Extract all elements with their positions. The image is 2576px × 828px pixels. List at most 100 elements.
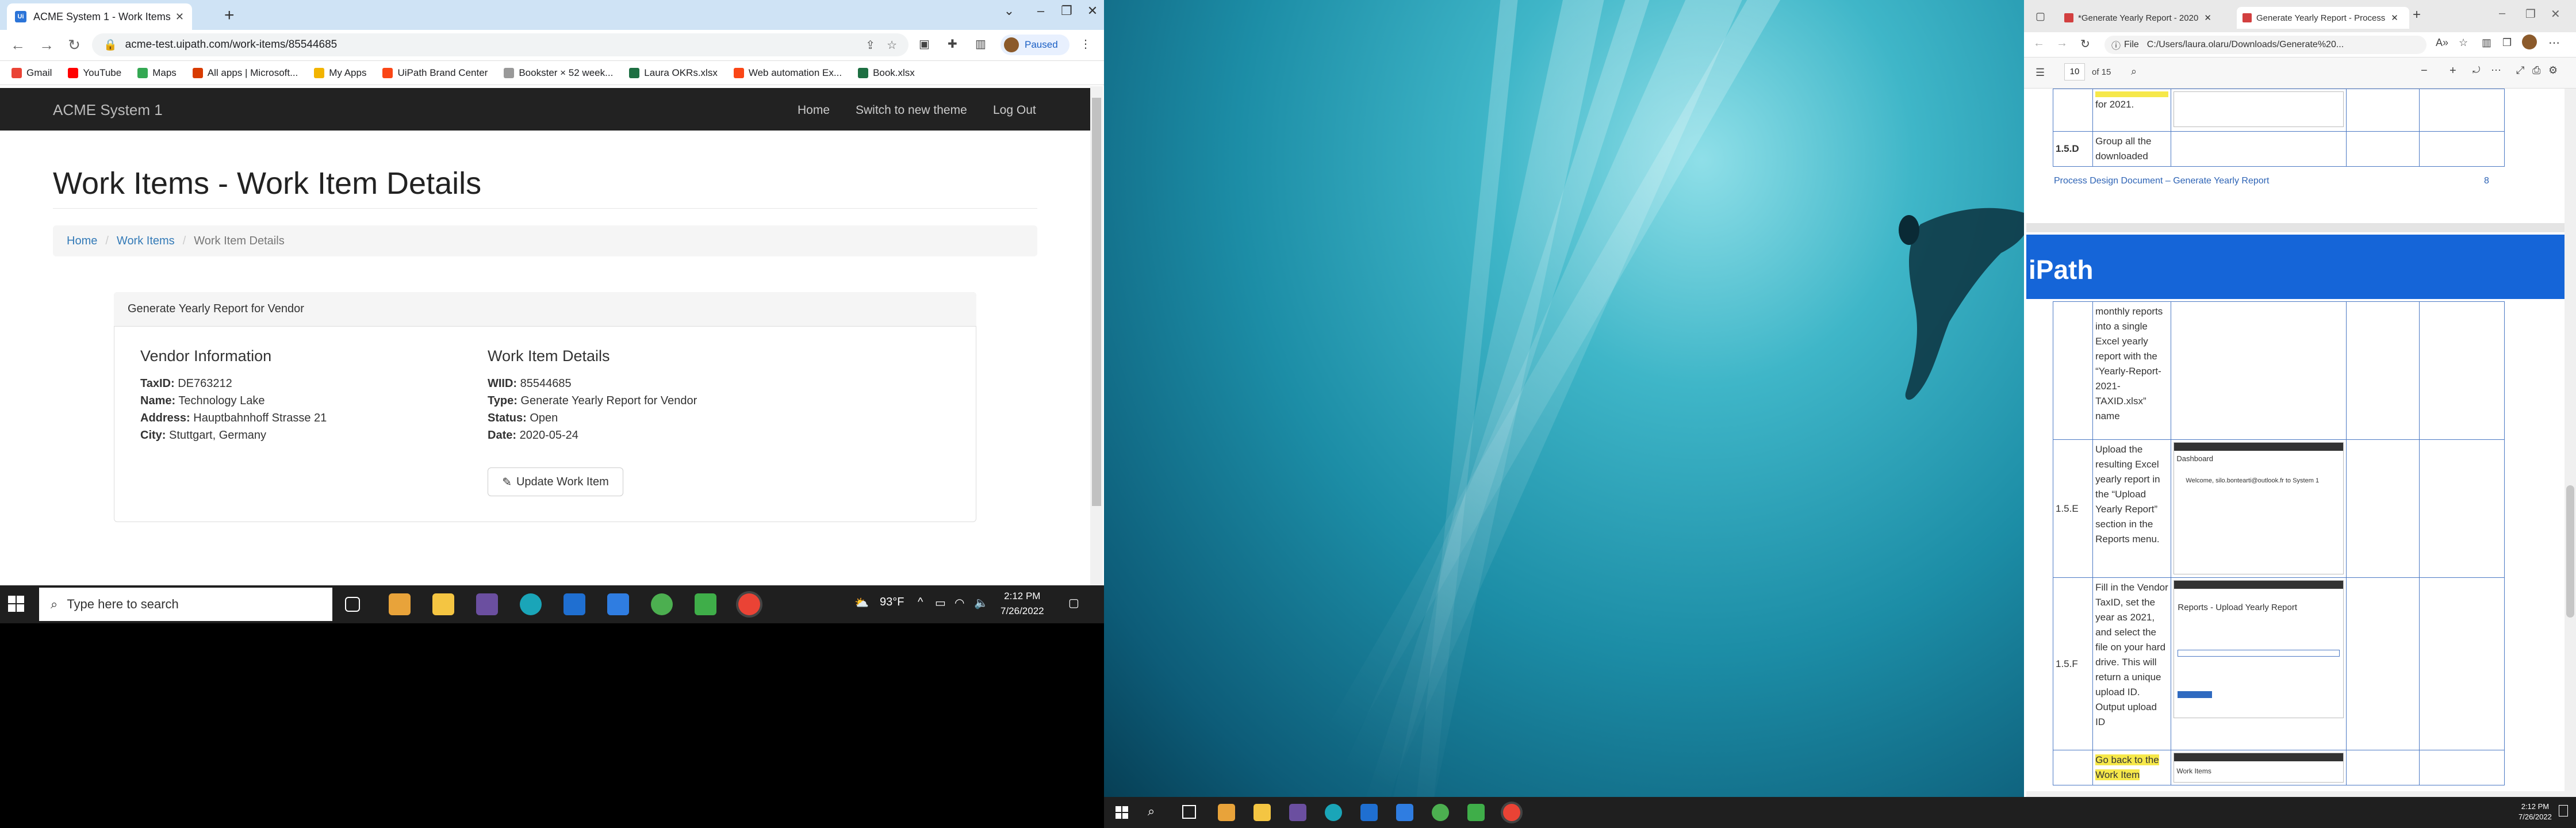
pdf-search-icon[interactable]: ⌕ xyxy=(2131,66,2137,78)
task-view-icon-2[interactable] xyxy=(1182,805,1196,819)
close-window-icon[interactable]: ✕ xyxy=(1081,3,1104,18)
tab-close-icon[interactable]: ✕ xyxy=(2391,13,2398,23)
volume-icon[interactable]: 🔈 xyxy=(974,596,988,610)
nav-home[interactable]: Home xyxy=(798,103,830,117)
contents-icon[interactable]: ☰ xyxy=(2035,67,2045,79)
tray-chevron-icon[interactable]: ^ xyxy=(918,596,923,609)
favorite-star-icon[interactable]: ☆ xyxy=(2459,37,2468,49)
tab-close-icon[interactable]: ✕ xyxy=(2204,13,2211,23)
bookmark-star-icon[interactable]: ☆ xyxy=(887,38,897,52)
bookmark-maps[interactable]: Maps xyxy=(137,67,177,79)
pdf-settings-icon[interactable]: ⚙ xyxy=(2548,64,2558,76)
chrome-tab-active[interactable]: Ui ACME System 1 - Work Items ✕ xyxy=(7,3,192,30)
address-bar[interactable]: 🔒 acme-test.uipath.com/work-items/855446… xyxy=(92,33,908,56)
edge-icon-2[interactable] xyxy=(1325,804,1342,821)
bookmark-bookster[interactable]: Bookster × 52 week... xyxy=(504,67,613,79)
share-icon[interactable]: ⇪ xyxy=(865,38,875,52)
tab-close-icon[interactable]: ✕ xyxy=(175,11,184,23)
restore-icon[interactable]: ❐ xyxy=(1055,3,1078,18)
battery-icon[interactable]: ▭ xyxy=(935,596,946,610)
collections-icon[interactable]: ❒ xyxy=(2502,37,2512,49)
weather-temp[interactable]: 93°F xyxy=(880,596,904,609)
app-green-square-icon-2[interactable] xyxy=(1467,804,1485,821)
taskbar-clock[interactable]: 2:12 PM 7/26/2022 xyxy=(1000,589,1044,619)
windows-start-icon-2[interactable] xyxy=(1116,806,1128,819)
app-green-square-icon[interactable] xyxy=(695,593,716,615)
extensions-puzzle-icon[interactable]: ✚ xyxy=(948,37,957,51)
zoom-in-icon[interactable]: + xyxy=(2450,64,2456,78)
zoom-out-icon[interactable]: − xyxy=(2421,64,2428,78)
wifi-icon[interactable]: ◠ xyxy=(954,596,964,610)
file-explorer-icon-2[interactable] xyxy=(1254,804,1271,821)
update-work-item-button[interactable]: ✎ Update Work Item xyxy=(488,467,623,496)
edge-restore-icon[interactable]: ❐ xyxy=(2525,7,2536,21)
weather-icon[interactable]: ⛅ xyxy=(854,596,869,610)
windows-start-icon[interactable] xyxy=(8,596,24,612)
edge-minimize-icon[interactable]: – xyxy=(2499,7,2505,20)
store-icon[interactable] xyxy=(389,593,411,615)
pdf-horizontal-scrollbar[interactable] xyxy=(2026,791,2564,797)
task-view-icon[interactable] xyxy=(345,597,360,612)
edge-close-icon[interactable]: ✕ xyxy=(2551,7,2560,21)
bookmark-youtube[interactable]: YouTube xyxy=(68,67,121,79)
rotate-icon[interactable]: ⤾ xyxy=(2472,66,2480,76)
edge-menu-icon[interactable]: ⋯ xyxy=(2548,36,2560,50)
bookmark-uipath-brand[interactable]: UiPath Brand Center xyxy=(382,67,488,79)
app-purple-icon-2[interactable] xyxy=(1289,804,1306,821)
app-brand[interactable]: ACME System 1 xyxy=(53,101,163,119)
nav-switch-theme[interactable]: Switch to new theme xyxy=(856,103,967,117)
notifications-icon-right[interactable] xyxy=(2559,805,2568,816)
edge-forward-icon[interactable]: → xyxy=(2056,37,2068,50)
fit-page-icon[interactable]: ⤢ xyxy=(2516,64,2524,76)
edge-address-bar[interactable]: ⓘ File C:/Users/laura.olaru/Downloads/Gene… xyxy=(2104,36,2426,54)
page-number-input[interactable]: 10 xyxy=(2064,63,2085,80)
edge-new-tab-icon[interactable]: + xyxy=(2413,7,2421,23)
pdf-more-icon[interactable]: ⋯ xyxy=(2491,64,2501,76)
app-blue-icon-2[interactable] xyxy=(1396,804,1413,821)
minimize-icon[interactable]: – xyxy=(1029,3,1052,18)
store-icon-2[interactable] xyxy=(1218,804,1235,821)
chrome-menu-icon[interactable]: ⋮ xyxy=(1080,37,1091,51)
nav-logout[interactable]: Log Out xyxy=(993,103,1036,117)
split-screen-icon[interactable]: ▥ xyxy=(2482,37,2491,49)
app-purple-icon[interactable] xyxy=(476,593,498,615)
edge-back-icon[interactable]: ← xyxy=(2033,37,2045,50)
taskbar-search-box[interactable]: ⌕ Type here to search xyxy=(39,588,332,621)
new-tab-icon[interactable]: + xyxy=(224,6,235,25)
chrome-tab-search-icon[interactable]: ⌄ xyxy=(998,3,1021,18)
file-explorer-icon[interactable] xyxy=(432,593,454,615)
bookmark-web-automation[interactable]: Web automation Ex... xyxy=(733,67,842,79)
pdf-save-icon[interactable]: ⎙ xyxy=(2532,64,2540,76)
pdf-footer-link[interactable]: Process Design Document – Generate Yearl… xyxy=(2054,176,2269,186)
notifications-icon[interactable]: ▢ xyxy=(1068,596,1079,610)
back-icon[interactable]: ← xyxy=(8,36,28,54)
edge-avatar[interactable] xyxy=(2522,34,2537,49)
reload-icon[interactable]: ↻ xyxy=(64,36,84,54)
extension-uipath-icon[interactable]: ▣ xyxy=(919,37,930,51)
bookmark-gmail[interactable]: Gmail xyxy=(12,67,52,79)
chrome-taskbar-icon[interactable] xyxy=(738,593,760,615)
forward-icon[interactable]: → xyxy=(37,36,56,54)
app-green-icon[interactable] xyxy=(651,593,673,615)
edge-tab-1[interactable]: *Generate Yearly Report - 2020 ✕ xyxy=(2058,7,2237,29)
outlook-icon[interactable] xyxy=(564,593,585,615)
breadcrumb-home[interactable]: Home xyxy=(67,235,97,248)
outlook-icon-2[interactable] xyxy=(1360,804,1378,821)
page-scrollbar-thumb[interactable] xyxy=(1092,98,1101,506)
app-green-icon-2[interactable] xyxy=(1432,804,1449,821)
search-icon-2[interactable]: ⌕ xyxy=(1148,804,1155,819)
sidepanel-icon[interactable]: ▥ xyxy=(975,37,986,51)
bookmark-laura-okrs[interactable]: Laura OKRs.xlsx xyxy=(629,67,718,79)
app-blue-icon[interactable] xyxy=(607,593,629,615)
edge-reload-icon[interactable]: ↻ xyxy=(2080,37,2090,51)
bookmark-book-xlsx[interactable]: Book.xlsx xyxy=(858,67,915,79)
bookmark-all-apps[interactable]: All apps | Microsoft... xyxy=(192,67,298,79)
read-aloud-icon[interactable]: A» xyxy=(2436,37,2448,49)
edge-tab-2-active[interactable]: Generate Yearly Report - Process ✕ xyxy=(2237,7,2409,29)
bookmark-my-apps[interactable]: My Apps xyxy=(314,67,366,79)
edge-icon[interactable] xyxy=(520,593,542,615)
pdf-scrollbar-thumb[interactable] xyxy=(2566,485,2574,618)
edge-tab-actions-icon[interactable]: ▢ xyxy=(2035,10,2045,22)
taskbar-right-clock[interactable]: 2:12 PM 7/26/2022 xyxy=(2518,802,2552,822)
pdf-scrollbar[interactable] xyxy=(2564,89,2576,797)
